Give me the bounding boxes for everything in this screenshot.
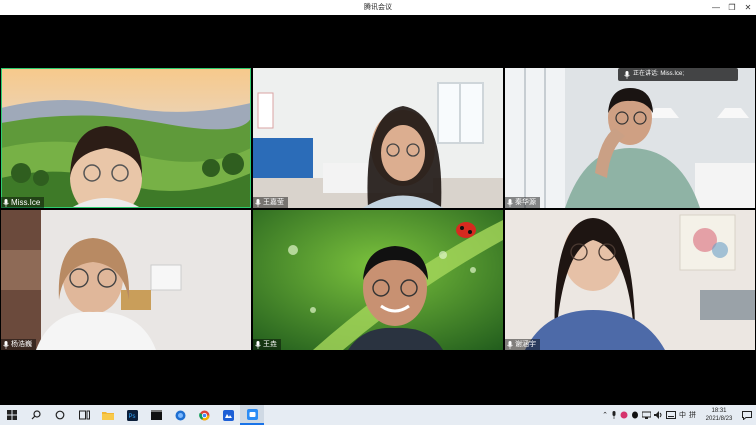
terminal-icon[interactable] <box>144 405 168 425</box>
task-view-icon[interactable] <box>72 405 96 425</box>
mic-icon <box>624 70 630 79</box>
chrome-icon[interactable] <box>192 405 216 425</box>
speaking-indicator: 正在讲话: Miss.Ice; <box>618 68 738 81</box>
mic-icon <box>255 198 261 207</box>
video-tile-xie-hanyu[interactable]: 谢涵宇 <box>505 210 755 350</box>
clock-date: 2021/8/23 <box>705 416 733 422</box>
video-tile-miss-ice[interactable]: Miss.Ice <box>1 68 251 208</box>
participant-namebar: 王垚 <box>253 339 281 350</box>
participant-namebar: 杨浩巍 <box>1 339 36 350</box>
mic-icon <box>507 198 513 207</box>
file-explorer-icon[interactable] <box>96 405 120 425</box>
participant-namebar: 谢涵宇 <box>505 339 540 350</box>
video-feed <box>253 210 503 350</box>
clock[interactable]: 18:31 2021/8/23 <box>699 407 739 423</box>
ime-mode-indicator[interactable]: 拼 <box>689 410 696 420</box>
keyboard-icon[interactable] <box>666 411 676 419</box>
app-icon[interactable] <box>216 405 240 425</box>
network-icon[interactable] <box>642 411 651 419</box>
tray-app-icon[interactable] <box>620 411 628 419</box>
cortana-icon[interactable] <box>48 405 72 425</box>
speaking-label: 正在讲话: Miss.Ice; <box>633 71 685 77</box>
tencent-meeting-icon[interactable] <box>240 405 264 425</box>
maximize-button[interactable]: ❐ <box>724 0 740 15</box>
chevron-up-icon[interactable]: ⌃ <box>602 411 608 419</box>
video-tile-wang-yao[interactable]: 王垚 <box>253 210 503 350</box>
browser-icon[interactable] <box>168 405 192 425</box>
video-feed <box>253 68 503 208</box>
participant-namebar: 秦华源 <box>505 197 540 208</box>
window-title: 腾讯会议 <box>364 4 392 11</box>
video-tile-yang-haowei[interactable]: 杨浩巍 <box>1 210 251 350</box>
mic-icon <box>3 340 9 349</box>
participant-name: 杨浩巍 <box>11 341 32 348</box>
photoshop-icon[interactable]: Ps <box>120 405 144 425</box>
participant-name: 王垚 <box>263 341 277 348</box>
clock-time: 18:31 <box>711 408 727 414</box>
participant-name: 王嘉莹 <box>263 199 284 206</box>
tray-mic-icon[interactable] <box>611 411 617 419</box>
window-titlebar: 腾讯会议 — ❐ ✕ <box>0 0 756 15</box>
svg-text:Ps: Ps <box>128 414 135 420</box>
minimize-button[interactable]: — <box>708 0 724 15</box>
windows-start-icon[interactable] <box>0 405 24 425</box>
video-feed <box>505 68 755 208</box>
search-icon[interactable] <box>24 405 48 425</box>
video-tile-wang-jiaying[interactable]: 王嘉莹 <box>253 68 503 208</box>
participant-name: 秦华源 <box>515 199 536 206</box>
participant-namebar: 王嘉莹 <box>253 197 288 208</box>
video-feed <box>1 68 251 208</box>
volume-icon[interactable] <box>654 411 663 419</box>
video-tile-qin-huayuan[interactable]: 秦华源 <box>505 68 755 208</box>
video-feed <box>1 210 251 350</box>
system-tray: ⌃ 中 拼 18:31 2021/8/23 <box>602 405 756 425</box>
close-button[interactable]: ✕ <box>740 0 756 15</box>
mic-icon <box>255 340 261 349</box>
notification-icon[interactable] <box>742 410 752 420</box>
mic-icon <box>507 340 513 349</box>
participant-name: Miss.Ice <box>11 198 41 207</box>
tray-qq-icon[interactable] <box>631 411 639 419</box>
video-feed <box>505 210 755 350</box>
taskbar: Ps ⌃ 中 拼 18:31 2021/8/23 <box>0 405 756 425</box>
participant-namebar: Miss.Ice <box>1 197 45 208</box>
ime-indicator[interactable]: 中 <box>679 410 686 420</box>
mic-icon <box>3 198 9 207</box>
participant-name: 谢涵宇 <box>515 341 536 348</box>
